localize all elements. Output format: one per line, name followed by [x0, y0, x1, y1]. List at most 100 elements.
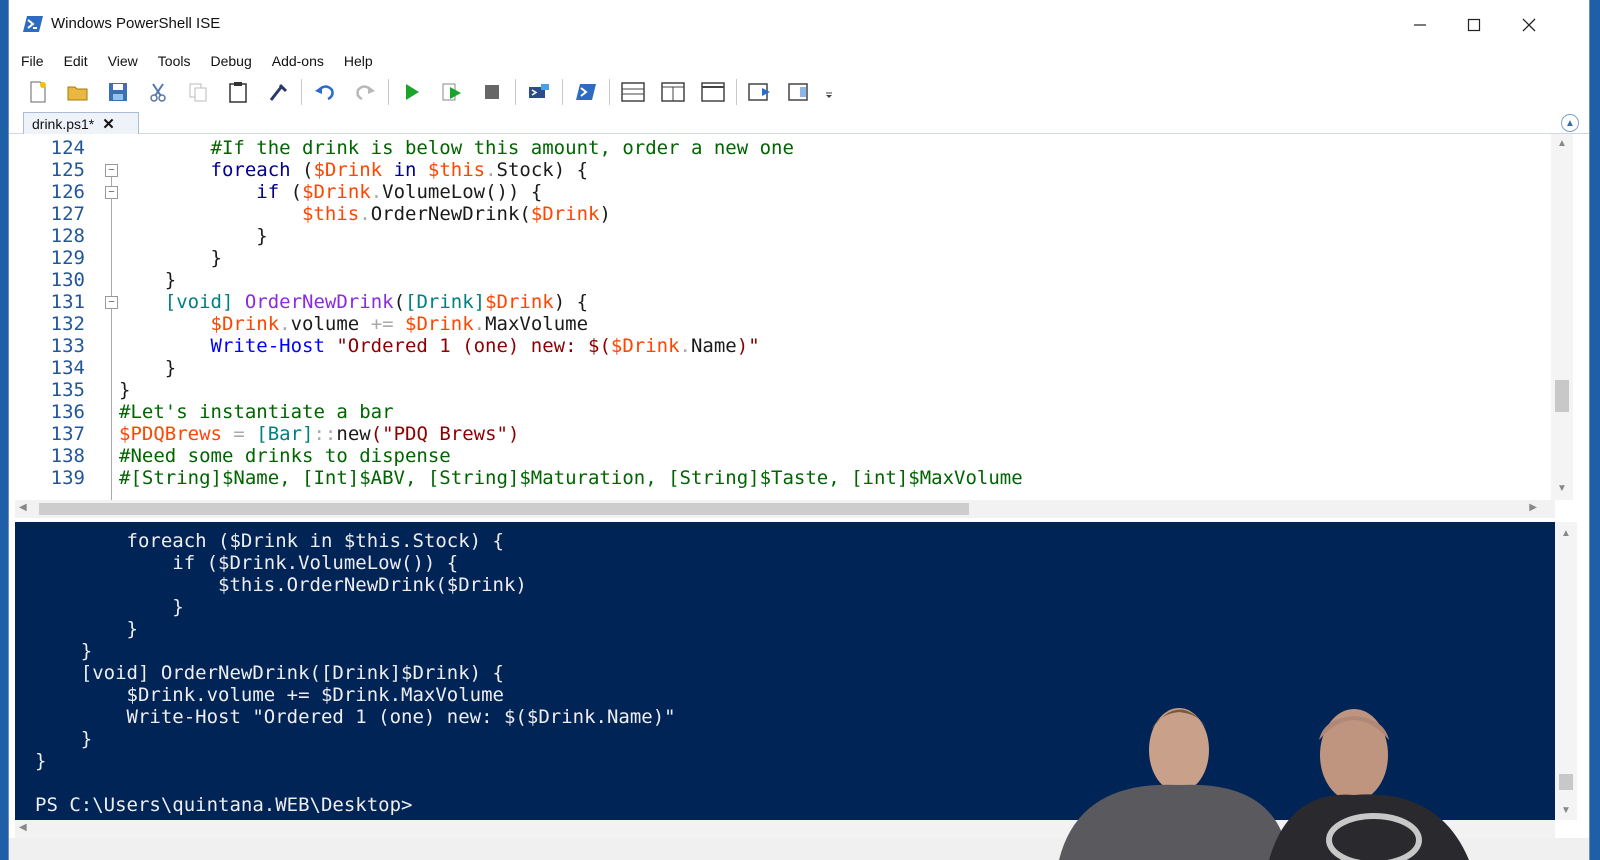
code-line[interactable]: foreach ($Drink in $this.Stock) {: [119, 159, 589, 181]
console-output-line: foreach ($Drink in $this.Stock) {: [35, 530, 505, 552]
save-button[interactable]: [101, 77, 135, 107]
webcam-overlay-presenters: [1059, 708, 1469, 860]
menu-tools[interactable]: Tools: [158, 53, 191, 69]
code-line[interactable]: if ($Drink.VolumeLow()) {: [119, 181, 542, 203]
code-token: ::: [313, 423, 337, 445]
run-button[interactable]: [395, 77, 429, 107]
open-button[interactable]: [61, 77, 95, 107]
code-line[interactable]: }: [119, 379, 130, 401]
remote-powershell-button[interactable]: [522, 77, 556, 107]
close-button[interactable]: [1506, 6, 1552, 44]
line-number: 134: [50, 357, 85, 379]
code-token: $Drink: [610, 335, 680, 357]
editor-horizontal-scrollbar[interactable]: ◀ ▶: [15, 500, 1555, 518]
minimize-button[interactable]: [1397, 6, 1443, 44]
layout-top-button[interactable]: [616, 77, 650, 107]
code-token: "Ordered 1 (one) new: $(: [324, 335, 611, 357]
run-selection-button[interactable]: [435, 77, 469, 107]
undo-button[interactable]: [308, 77, 342, 107]
redo-button[interactable]: [348, 77, 382, 107]
code-token: .: [485, 159, 497, 181]
layout-maximize-button[interactable]: [696, 77, 730, 107]
console-vscroll-thumb[interactable]: [1559, 774, 1573, 790]
toolbar: [9, 72, 1589, 112]
code-line[interactable]: Write-Host "Ordered 1 (one) new: $($Drin…: [119, 335, 760, 357]
toolbar-overflow-button[interactable]: [823, 77, 835, 107]
line-number: 129: [50, 247, 85, 269]
line-number: 135: [50, 379, 85, 401]
code-token: ("PDQ Brews"): [370, 423, 520, 445]
menu-edit[interactable]: Edit: [64, 53, 88, 69]
paste-button[interactable]: [221, 77, 255, 107]
code-token: in: [382, 159, 428, 181]
new-button[interactable]: [21, 77, 55, 107]
editor-hscroll-thumb[interactable]: [39, 503, 969, 515]
code-line[interactable]: $PDQBrews = [Bar]::new("PDQ Brews"): [119, 423, 519, 445]
show-script-icon: [748, 83, 770, 101]
editor-vscroll-thumb[interactable]: [1555, 380, 1569, 412]
fold-toggle-125[interactable]: −: [105, 164, 118, 177]
layout-top-icon: [621, 82, 645, 102]
code-line[interactable]: #If the drink is below this amount, orde…: [119, 137, 794, 159]
clear-button[interactable]: [261, 77, 295, 107]
scroll-up-icon[interactable]: ▲: [1561, 528, 1571, 539]
copy-button[interactable]: [181, 77, 215, 107]
cut-button[interactable]: [141, 77, 175, 107]
fold-toggle-131[interactable]: −: [105, 296, 118, 309]
editor-vertical-scrollbar[interactable]: ▲ ▼: [1551, 134, 1573, 500]
code-line[interactable]: }: [119, 269, 176, 291]
code-line[interactable]: }: [119, 225, 267, 247]
code-line[interactable]: $this.OrderNewDrink($Drink): [119, 203, 611, 225]
maximize-button[interactable]: [1451, 6, 1497, 44]
code-token: Write-Host: [210, 335, 325, 357]
code-token: [void]: [164, 291, 234, 313]
console-output-line: }: [35, 750, 47, 772]
code-area[interactable]: #If the drink is below this amount, orde…: [119, 134, 1533, 500]
menu-addons[interactable]: Add-ons: [272, 53, 324, 69]
show-console-icon: [788, 83, 808, 101]
scroll-up-icon[interactable]: ▲: [1557, 138, 1567, 149]
script-editor[interactable]: 124 125 126 127 128 129 130 131 132 133 134 135 136 1…: [15, 134, 1573, 500]
code-line[interactable]: #Let's instantiate a bar: [119, 401, 394, 423]
chevron-up-icon: ▲: [1565, 117, 1575, 129]
menu-file[interactable]: File: [21, 53, 44, 69]
code-line[interactable]: }: [119, 357, 176, 379]
scroll-left-icon[interactable]: ◀: [19, 822, 27, 833]
code-token: #Let's instantiate a bar: [119, 401, 394, 423]
show-script-pane-button[interactable]: [743, 77, 777, 107]
menu-debug[interactable]: Debug: [210, 53, 251, 69]
code-line[interactable]: }: [119, 247, 222, 269]
scroll-down-icon[interactable]: ▼: [1557, 483, 1567, 494]
layout-right-button[interactable]: [656, 77, 690, 107]
tab-drink-ps1[interactable]: drink.ps1* ✕: [23, 112, 139, 134]
console-prompt[interactable]: PS C:\Users\quintana.WEB\Desktop>: [35, 794, 413, 816]
console-output-line: }: [35, 596, 184, 618]
new-icon: [30, 81, 46, 103]
collapse-script-pane-button[interactable]: ▲: [1561, 114, 1579, 132]
scroll-right-icon[interactable]: ▶: [1529, 502, 1537, 513]
line-number: 137: [50, 423, 85, 445]
fold-toggle-126[interactable]: −: [105, 186, 118, 199]
show-console-pane-button[interactable]: [783, 77, 817, 107]
menu-help[interactable]: Help: [344, 53, 373, 69]
code-line[interactable]: #Need some drinks to dispense: [119, 445, 451, 467]
save-icon: [109, 83, 127, 101]
line-number: 127: [50, 203, 85, 225]
code-token: VolumeLow: [382, 181, 486, 203]
menu-view[interactable]: View: [108, 53, 138, 69]
start-powershell-button[interactable]: [569, 77, 603, 107]
code-line[interactable]: [void] OrderNewDrink([Drink]$Drink) {: [119, 291, 588, 313]
stop-button[interactable]: [475, 77, 509, 107]
tab-close-icon[interactable]: ✕: [102, 115, 115, 133]
scroll-left-icon[interactable]: ◀: [19, 502, 27, 513]
code-line[interactable]: #[String]$Name, [Int]$ABV, [String]$Matu…: [119, 467, 1023, 489]
layout-right-icon: [661, 82, 685, 102]
overflow-icon: [826, 92, 832, 98]
title-bar[interactable]: Windows PowerShell ISE: [9, 0, 1589, 50]
code-line[interactable]: $Drink.volume += $Drink.MaxVolume: [119, 313, 589, 335]
scroll-down-icon[interactable]: ▼: [1561, 805, 1571, 816]
code-token: $Drink: [485, 291, 554, 313]
open-icon: [67, 86, 88, 101]
